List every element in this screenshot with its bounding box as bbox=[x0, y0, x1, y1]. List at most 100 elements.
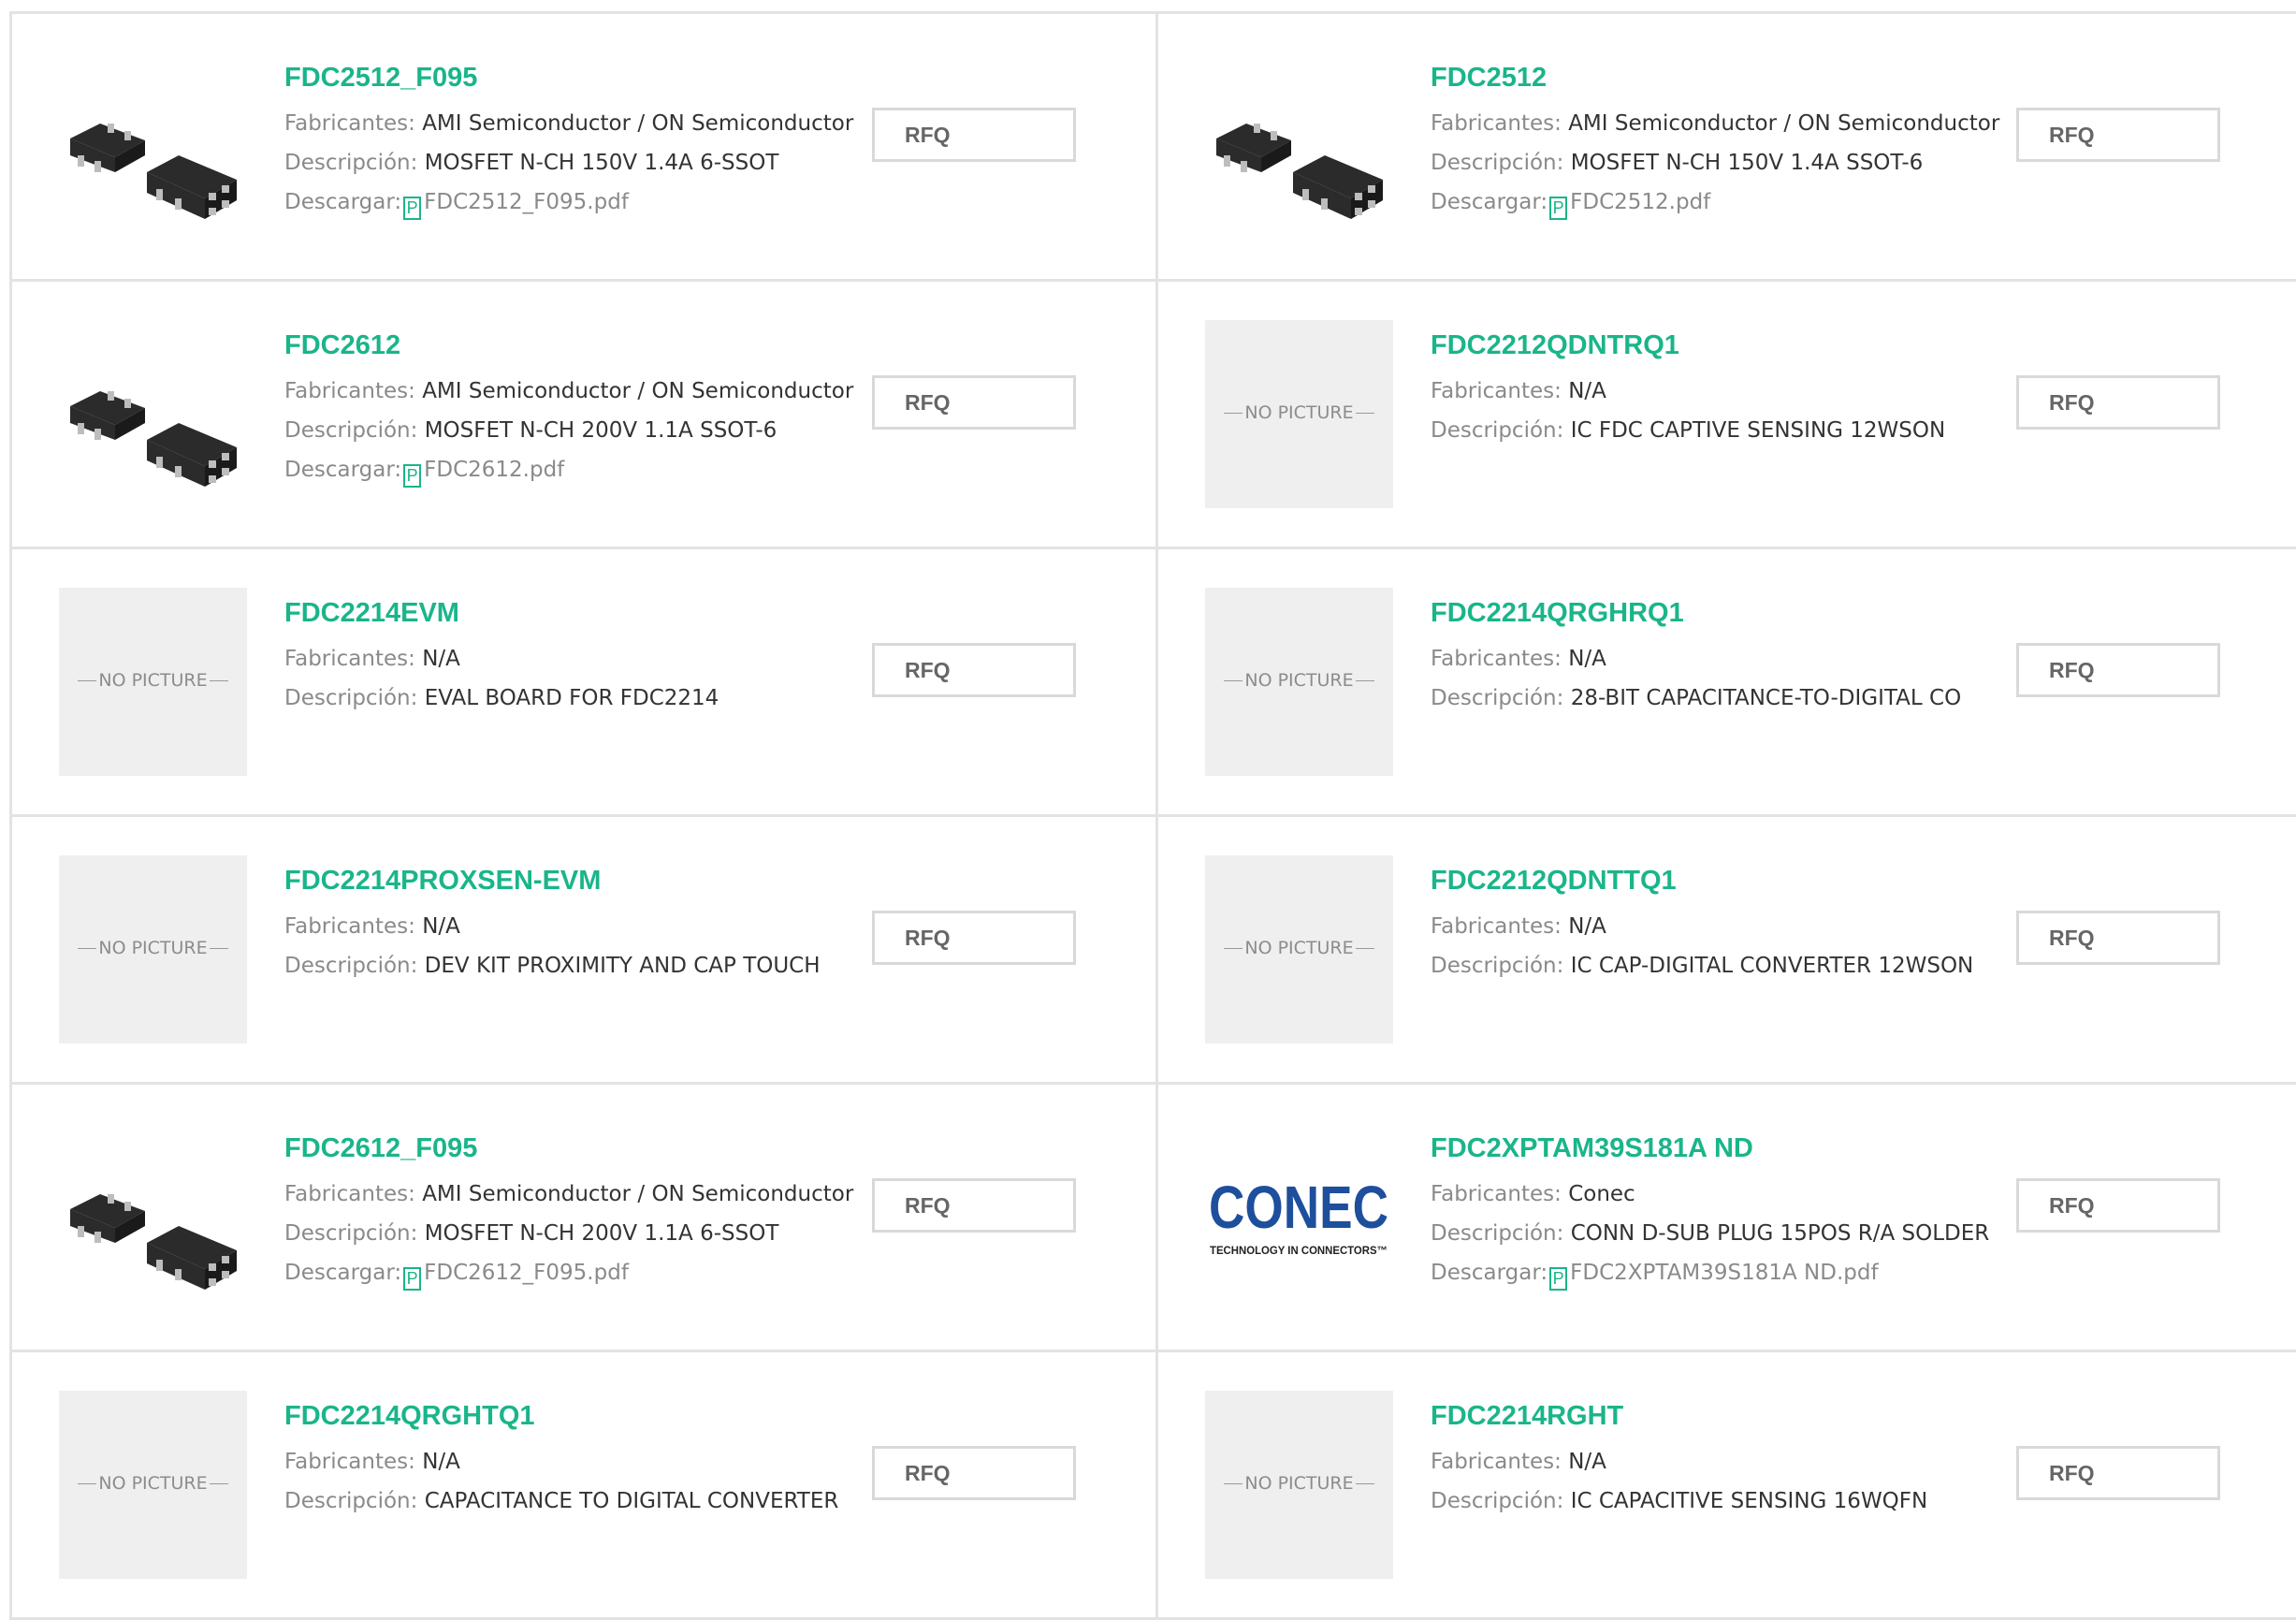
product-name-link[interactable]: FDC2212QDNTRQ1 bbox=[1431, 328, 1959, 362]
rfq-button[interactable]: RFQ bbox=[872, 1178, 1076, 1233]
rfq-button[interactable]: RFQ bbox=[2016, 1178, 2220, 1233]
description-value: 28-BIT CAPACITANCE-TO-DIGITAL CO bbox=[1570, 686, 1962, 710]
product-image[interactable] bbox=[59, 1123, 247, 1311]
download-row: Descargar: P FDC2612.pdf bbox=[284, 450, 819, 489]
rfq-button[interactable]: RFQ bbox=[2016, 108, 2220, 162]
description-row: Descripción: MOSFET N-CH 200V 1.1A 6-SSO… bbox=[284, 1214, 819, 1253]
sot-chip-icon bbox=[70, 1194, 237, 1290]
product-card: NO PICTURE FDC2212QDNTRQ1 Fabricantes: N… bbox=[1158, 282, 2296, 549]
product-image[interactable]: NO PICTURE bbox=[59, 1391, 247, 1579]
datasheet-link[interactable]: FDC2612.pdf bbox=[424, 458, 564, 482]
pdf-icon: P bbox=[403, 464, 422, 488]
product-image[interactable]: NO PICTURE bbox=[1205, 588, 1393, 776]
product-name-link[interactable]: FDC2214PROXSEN-EVM bbox=[284, 864, 819, 898]
product-info: FDC2214QRGHRQ1 Fabricantes: N/A Descripc… bbox=[1431, 596, 1962, 718]
product-image[interactable]: NO PICTURE bbox=[59, 855, 247, 1044]
product-name-link[interactable]: FDC2512_F095 bbox=[284, 61, 819, 95]
product-name-link[interactable]: FDC2212QDNTTQ1 bbox=[1431, 864, 1959, 898]
product-card: FDC2612 Fabricantes: AMI Semiconductor /… bbox=[12, 282, 1158, 549]
rfq-button[interactable]: RFQ bbox=[2016, 1446, 2220, 1500]
manufacturer-label: Fabricantes: bbox=[284, 1450, 415, 1474]
manufacturer-value: AMI Semiconductor / ON Semiconductor bbox=[422, 379, 854, 403]
no-picture-placeholder: NO PICTURE bbox=[1205, 402, 1393, 423]
manufacturer-value: N/A bbox=[1568, 647, 1606, 671]
datasheet-link[interactable]: FDC2XPTAM39S181A ND.pdf bbox=[1570, 1261, 1878, 1285]
rfq-button[interactable]: RFQ bbox=[872, 1446, 1076, 1500]
rfq-button[interactable]: RFQ bbox=[872, 375, 1076, 430]
description-row: Descripción: CONN D-SUB PLUG 15POS R/A S… bbox=[1431, 1214, 1989, 1253]
product-card: NO PICTURE FDC2214QRGHRQ1 Fabricantes: N… bbox=[1158, 549, 2296, 817]
download-row: Descargar: P FDC2512_F095.pdf bbox=[284, 182, 819, 222]
manufacturer-label: Fabricantes: bbox=[284, 379, 415, 403]
manufacturer-row: Fabricantes: N/A bbox=[284, 1442, 819, 1481]
manufacturer-value: N/A bbox=[1568, 1450, 1606, 1474]
description-label: Descripción: bbox=[284, 1489, 418, 1513]
product-image[interactable] bbox=[59, 52, 247, 241]
manufacturer-value: N/A bbox=[422, 647, 460, 671]
description-row: Descripción: IC CAP-DIGITAL CONVERTER 12… bbox=[1431, 946, 1973, 985]
product-info: FDC2612 Fabricantes: AMI Semiconductor /… bbox=[284, 328, 853, 489]
rfq-button[interactable]: RFQ bbox=[872, 643, 1076, 697]
rfq-button[interactable]: RFQ bbox=[2016, 911, 2220, 965]
manufacturer-row: Fabricantes: N/A bbox=[1431, 907, 1959, 946]
rfq-button[interactable]: RFQ bbox=[2016, 375, 2220, 430]
description-row: Descripción: IC FDC CAPTIVE SENSING 12WS… bbox=[1431, 411, 1959, 450]
description-label: Descripción: bbox=[1431, 418, 1564, 443]
product-info: FDC2512 Fabricantes: AMI Semiconductor /… bbox=[1431, 61, 1999, 222]
manufacturer-row: Fabricantes: N/A bbox=[1431, 639, 1959, 679]
product-name-link[interactable]: FDC2214QRGHRQ1 bbox=[1431, 596, 1959, 630]
no-picture-placeholder: NO PICTURE bbox=[1205, 670, 1393, 691]
download-label: Descargar: bbox=[1431, 190, 1548, 214]
product-image[interactable]: NO PICTURE bbox=[59, 588, 247, 776]
product-info: FDC2XPTAM39S181A ND Fabricantes: Conec D… bbox=[1431, 1131, 1989, 1292]
description-value: DEV KIT PROXIMITY AND CAP TOUCH bbox=[424, 954, 821, 978]
description-label: Descripción: bbox=[1431, 1489, 1564, 1513]
manufacturer-row: Fabricantes: AMI Semiconductor / ON Semi… bbox=[1431, 104, 1999, 143]
product-card: NO PICTURE FDC2214EVM Fabricantes: N/A D… bbox=[12, 549, 1158, 817]
rfq-button[interactable]: RFQ bbox=[872, 108, 1076, 162]
conec-logo-icon: CONEC TECHNOLOGY IN CONNECTORS™ bbox=[1209, 1174, 1388, 1257]
sot-chip-icon bbox=[1216, 124, 1383, 219]
product-image[interactable] bbox=[59, 320, 247, 508]
description-value: MOSFET N-CH 150V 1.4A SSOT-6 bbox=[1570, 151, 1924, 175]
product-image[interactable]: NO PICTURE bbox=[1205, 320, 1393, 508]
description-row: Descripción: CAPACITANCE TO DIGITAL CONV… bbox=[284, 1481, 838, 1521]
product-name-link[interactable]: FDC2612_F095 bbox=[284, 1131, 819, 1165]
description-label: Descripción: bbox=[284, 686, 418, 710]
product-name-link[interactable]: FDC2612 bbox=[284, 328, 819, 362]
manufacturer-value: N/A bbox=[422, 1450, 460, 1474]
conec-logo-word: CONEC bbox=[1209, 1174, 1388, 1241]
product-name-link[interactable]: FDC2214QRGHTQ1 bbox=[284, 1399, 819, 1433]
product-info: FDC2214PROXSEN-EVM Fabricantes: N/A Desc… bbox=[284, 864, 821, 985]
description-label: Descripción: bbox=[284, 151, 418, 175]
datasheet-link[interactable]: FDC2512.pdf bbox=[1570, 190, 1710, 214]
product-name-link[interactable]: FDC2214RGHT bbox=[1431, 1399, 1959, 1433]
product-name-link[interactable]: FDC2XPTAM39S181A ND bbox=[1431, 1131, 1959, 1165]
manufacturer-row: Fabricantes: AMI Semiconductor / ON Semi… bbox=[284, 372, 853, 411]
description-label: Descripción: bbox=[1431, 151, 1564, 175]
download-row: Descargar: P FDC2512.pdf bbox=[1431, 182, 1959, 222]
product-name-link[interactable]: FDC2214EVM bbox=[284, 596, 819, 630]
datasheet-link[interactable]: FDC2512_F095.pdf bbox=[424, 190, 629, 214]
product-image[interactable]: NO PICTURE bbox=[1205, 855, 1393, 1044]
datasheet-link[interactable]: FDC2612_F095.pdf bbox=[424, 1261, 629, 1285]
no-picture-placeholder: NO PICTURE bbox=[1205, 938, 1393, 958]
conec-logo-tagline: TECHNOLOGY IN CONNECTORS™ bbox=[1210, 1244, 1388, 1257]
description-label: Descripción: bbox=[284, 954, 418, 978]
description-row: Descripción: EVAL BOARD FOR FDC2214 bbox=[284, 679, 819, 718]
download-label: Descargar: bbox=[1431, 1261, 1548, 1285]
manufacturer-label: Fabricantes: bbox=[284, 111, 415, 136]
description-value: IC FDC CAPTIVE SENSING 12WSON bbox=[1570, 418, 1946, 443]
product-card: FDC2512_F095 Fabricantes: AMI Semiconduc… bbox=[12, 14, 1158, 282]
product-card: FDC2512 Fabricantes: AMI Semiconductor /… bbox=[1158, 14, 2296, 282]
product-grid: FDC2512_F095 Fabricantes: AMI Semiconduc… bbox=[9, 11, 2296, 1620]
product-name-link[interactable]: FDC2512 bbox=[1431, 61, 1959, 95]
manufacturer-value: AMI Semiconductor / ON Semiconductor bbox=[422, 1182, 854, 1206]
rfq-button[interactable]: RFQ bbox=[872, 911, 1076, 965]
product-image[interactable] bbox=[1205, 52, 1393, 241]
rfq-button[interactable]: RFQ bbox=[2016, 643, 2220, 697]
download-label: Descargar: bbox=[284, 190, 402, 214]
product-image[interactable]: CONEC TECHNOLOGY IN CONNECTORS™ bbox=[1205, 1123, 1393, 1311]
product-image[interactable]: NO PICTURE bbox=[1205, 1391, 1393, 1579]
description-row: Descripción: 28-BIT CAPACITANCE-TO-DIGIT… bbox=[1431, 679, 1962, 718]
